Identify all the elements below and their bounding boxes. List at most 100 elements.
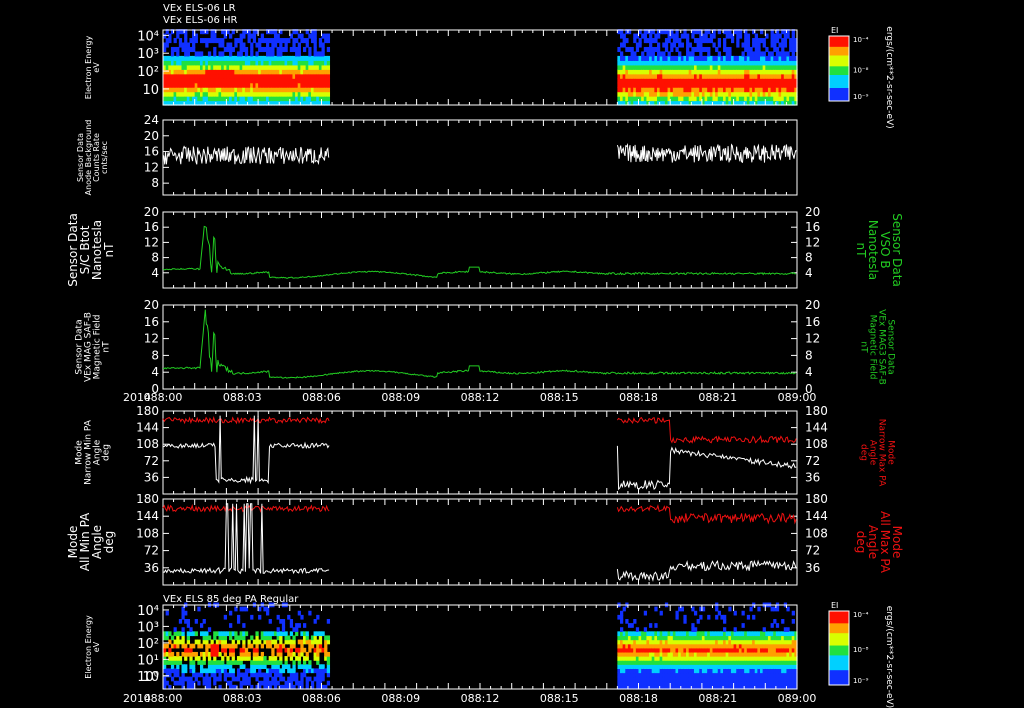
spectrogram-cell bbox=[305, 42, 309, 48]
spectrogram-cell bbox=[250, 643, 254, 649]
spectrogram-cell bbox=[321, 46, 325, 53]
y-axis-label: Electron EnergyeV bbox=[84, 615, 101, 679]
spectrogram-cell bbox=[749, 46, 753, 53]
y-tick-label-right: 108 bbox=[805, 437, 828, 451]
spectrogram-cell bbox=[667, 38, 671, 44]
spectrogram-cell bbox=[207, 627, 212, 632]
spectrogram-cell bbox=[321, 42, 325, 48]
spectrogram-cell bbox=[300, 33, 304, 39]
panel-spec2: 1010⁰10¹10²10³10⁴Electron EnergyeVVEx EL… bbox=[84, 594, 894, 708]
spectrogram-cell bbox=[715, 614, 719, 620]
spectrogram-cell bbox=[197, 639, 201, 645]
spectrogram-cell bbox=[213, 680, 217, 686]
spectrogram-cell bbox=[791, 610, 795, 616]
spectrogram-cell bbox=[199, 664, 204, 670]
spectrogram-cell bbox=[197, 606, 201, 612]
spectrogram-cell bbox=[757, 606, 761, 612]
spectrogram-cell bbox=[786, 33, 790, 39]
spectrogram-cell bbox=[250, 46, 254, 53]
spectrogram-cell bbox=[699, 42, 703, 48]
spectrogram-cell bbox=[791, 33, 795, 39]
spectrogram-cell bbox=[202, 656, 206, 661]
spectrogram-cell bbox=[221, 656, 225, 661]
spectrogram-cell bbox=[271, 51, 275, 57]
spectrogram-cell bbox=[192, 668, 196, 674]
y-tick-label: 144 bbox=[136, 421, 159, 435]
y-tick-label-right: 180 bbox=[805, 492, 828, 506]
spectrogram-cell bbox=[255, 631, 259, 637]
time-tick-label: 088:21 bbox=[698, 391, 737, 404]
spectrogram-cell bbox=[324, 647, 328, 653]
y-tick-label: 144 bbox=[136, 509, 159, 523]
spectrogram-cell bbox=[181, 614, 185, 620]
colorbar: EI 10⁻⁴ 10⁻⁸ 10⁻⁹ ergs/(cm**2-sr-sec-eV) bbox=[828, 601, 894, 708]
spectrogram-cell bbox=[289, 631, 294, 637]
spectrogram-cell bbox=[284, 42, 288, 48]
spectrogram-cell bbox=[226, 656, 230, 661]
colorbar-tick-label: 10⁻⁸ bbox=[853, 67, 869, 75]
spectrogram-cell bbox=[736, 38, 740, 44]
spectrogram-cell bbox=[295, 627, 299, 632]
spectrogram-cell bbox=[186, 51, 191, 57]
spectrogram-cell bbox=[165, 635, 169, 641]
y-tick-label: 10⁴ bbox=[137, 29, 159, 44]
spectrogram-cell bbox=[728, 51, 732, 57]
spectrogram-cell bbox=[746, 33, 751, 39]
spectrogram-cell bbox=[184, 664, 188, 670]
spectrogram-cell bbox=[221, 42, 225, 48]
spectrogram-cell bbox=[297, 623, 301, 628]
spectrogram-cell bbox=[247, 38, 251, 44]
spectrogram-cell bbox=[242, 639, 246, 645]
panel-frame bbox=[162, 498, 798, 586]
spectrogram-cell bbox=[170, 676, 175, 682]
spectrogram-cell bbox=[680, 42, 685, 48]
spectrogram-cell bbox=[244, 631, 249, 637]
y-tick-label: 72 bbox=[144, 454, 159, 468]
spectrogram-cell bbox=[260, 643, 264, 649]
spectrogram-cell bbox=[197, 680, 201, 686]
spectrogram-cell bbox=[638, 42, 642, 48]
spectrogram-cell bbox=[300, 676, 304, 682]
time-tick-label: 088:00 bbox=[144, 692, 183, 705]
spectrogram-cell bbox=[284, 660, 288, 665]
spectrogram-cell bbox=[279, 639, 283, 645]
spectrogram-cell bbox=[622, 606, 626, 612]
time-tick-label: 088:12 bbox=[461, 391, 500, 404]
spectrogram-cell bbox=[778, 33, 782, 39]
spectrogram-cell bbox=[300, 643, 304, 649]
spectrogram-cell bbox=[773, 619, 777, 624]
spectrogram-cell bbox=[691, 51, 695, 57]
spectrogram-cell bbox=[620, 610, 624, 616]
spectrogram-cell bbox=[707, 51, 711, 57]
spectrogram-cell bbox=[775, 38, 780, 44]
spectrogram-cell bbox=[316, 651, 320, 657]
spectrogram-cell bbox=[297, 46, 301, 53]
spectrogram-cell bbox=[321, 631, 325, 637]
spectrogram-cell bbox=[292, 664, 296, 670]
spectrogram-cell bbox=[184, 668, 188, 674]
time-tick-label: 088:09 bbox=[381, 391, 420, 404]
spectrogram-cell bbox=[733, 610, 737, 616]
spectrogram-cell bbox=[633, 619, 637, 624]
panel-pa1: 36 36 72 72 108 108 144 144 180 180 ModeNarrow Min… bbox=[75, 404, 896, 495]
spectrogram-cell bbox=[176, 651, 180, 657]
spectrogram-cell bbox=[326, 635, 331, 641]
spectrogram-cell bbox=[258, 614, 262, 620]
spectrogram-cell bbox=[213, 672, 217, 678]
spectrogram-cell bbox=[635, 627, 640, 632]
y-axis-label-left: Sensor DataVEx MAG SAF-BMagnetic FieldnT bbox=[75, 312, 112, 382]
colorbar-tick-label: 10⁻⁹ bbox=[853, 677, 869, 685]
y-axis-label-right: ModeNarrow Max PAAngledeg bbox=[859, 419, 896, 487]
spectrogram-cell bbox=[186, 623, 191, 628]
spectrogram-cell bbox=[686, 38, 690, 44]
y-tick-label-right: 36 bbox=[805, 561, 820, 575]
label-line: ergs/(cm**2-sr-sec-eV) bbox=[884, 606, 894, 708]
spectrogram-cell bbox=[287, 614, 291, 620]
spectrogram-cell bbox=[236, 614, 241, 620]
spectrogram-cell bbox=[746, 42, 751, 48]
spectrogram-cell bbox=[231, 639, 235, 645]
spectrogram-cell bbox=[775, 46, 780, 53]
max-pa-line bbox=[162, 503, 797, 525]
spectrogram-cell bbox=[289, 656, 294, 661]
y-tick-label: 108 bbox=[136, 437, 159, 451]
